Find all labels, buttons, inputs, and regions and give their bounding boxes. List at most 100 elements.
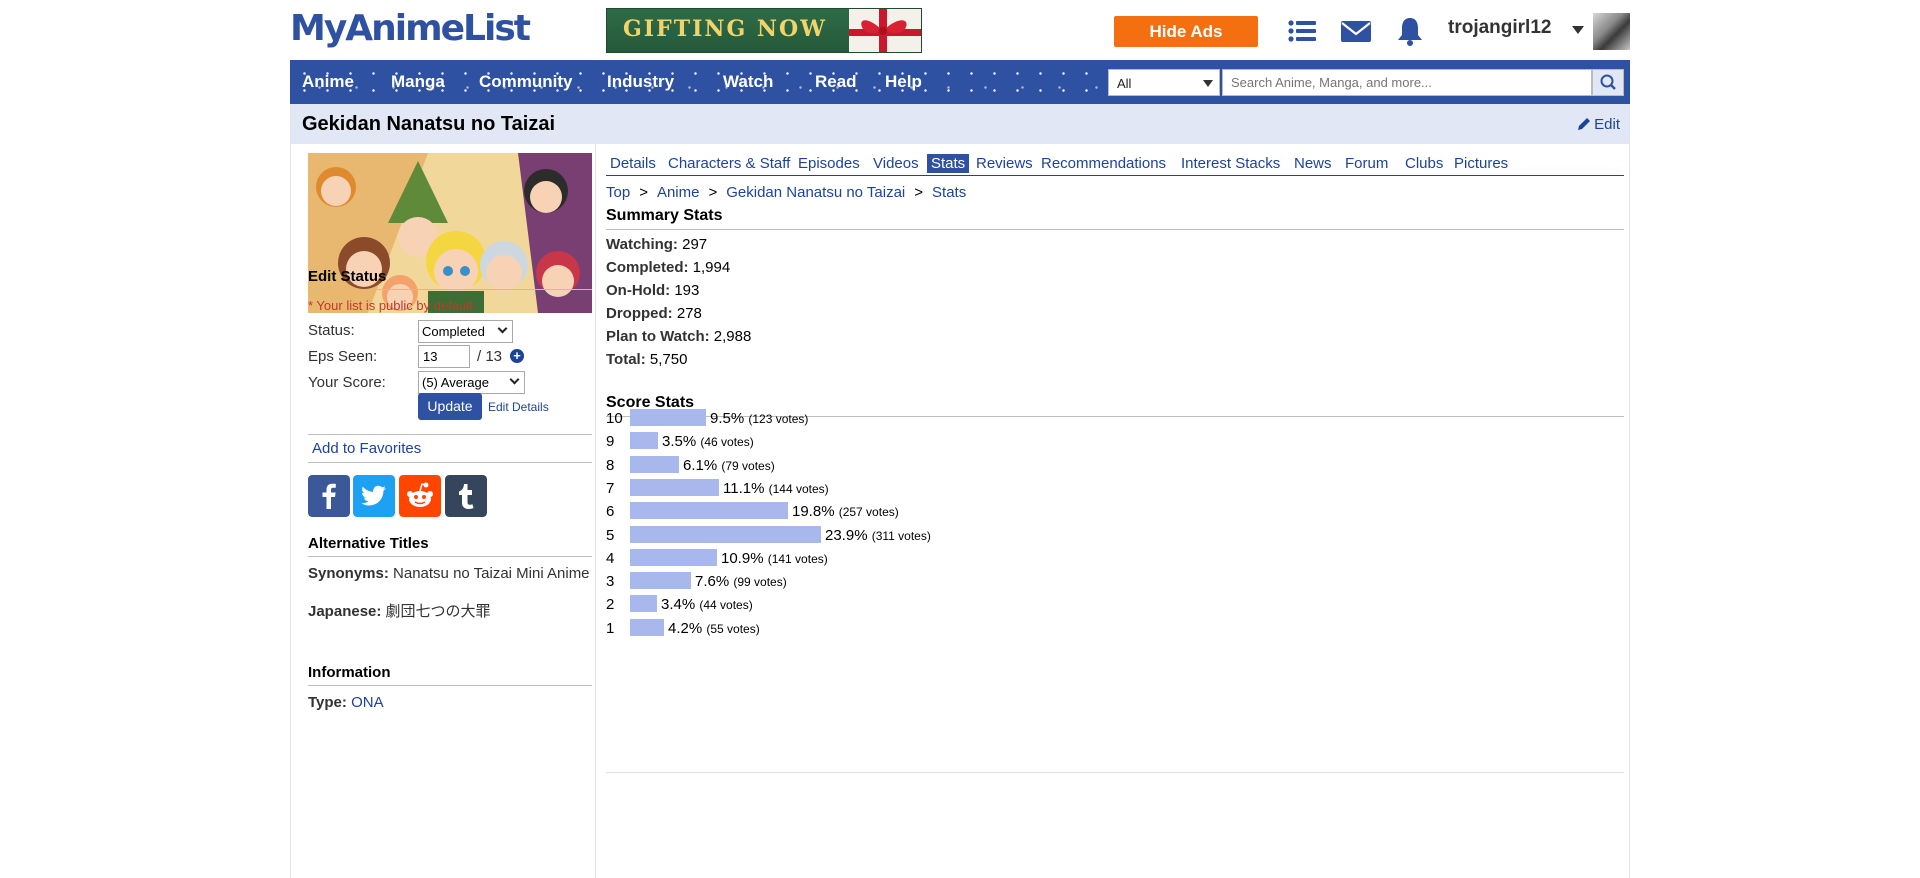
score-percent-label: 19.8% (257 votes) <box>792 503 899 521</box>
type-label: Type: <box>308 694 347 711</box>
alt-titles-heading: Alternative Titles <box>308 535 592 557</box>
increment-episode-button[interactable]: + <box>510 349 524 363</box>
score-bar <box>630 455 679 473</box>
tab-pictures[interactable]: Pictures <box>1450 154 1512 173</box>
score-votes-label: (46 votes) <box>700 435 754 450</box>
score-votes-label: (55 votes) <box>706 621 760 636</box>
search-input[interactable] <box>1222 69 1592 96</box>
main-nav: Anime Manga Community Industry Watch Rea… <box>290 60 1630 104</box>
gifting-banner[interactable]: GIFTING NOW <box>606 8 922 53</box>
score-row: 10 9.5% (123 votes) <box>606 407 1624 429</box>
score-votes-label: (123 votes) <box>748 412 809 426</box>
score-select[interactable]: (5) Average <box>418 371 525 394</box>
tab-recommendations[interactable]: Recommendations <box>1037 154 1170 173</box>
nav-watch[interactable]: Watch <box>723 72 773 92</box>
add-to-favorites-link[interactable]: Add to Favorites <box>308 434 592 463</box>
stat-value: 278 <box>676 305 702 322</box>
nav-read[interactable]: Read <box>815 72 857 92</box>
stat-total: Total: 5,750 <box>606 351 687 368</box>
edit-label: Edit <box>1594 116 1620 133</box>
score-row: 6 19.8% (257 votes) <box>606 500 1624 522</box>
status-select[interactable]: Completed <box>418 320 513 343</box>
score-votes-label: (144 votes) <box>768 481 829 496</box>
stat-value: 1,994 <box>692 259 731 276</box>
eps-seen-input[interactable] <box>418 345 470 368</box>
tab-details[interactable]: Details <box>606 154 660 173</box>
mail-icon[interactable] <box>1340 15 1372 47</box>
page-title: Gekidan Nanatsu no Taizai <box>302 113 556 135</box>
score-percent-label: 23.9% (311 votes) <box>825 526 931 544</box>
score-value: (5) Average <box>422 375 489 390</box>
tab-forum[interactable]: Forum <box>1341 154 1392 173</box>
status-label: Status: <box>308 322 355 339</box>
update-button[interactable]: Update <box>418 393 482 420</box>
tab-news[interactable]: News <box>1290 154 1336 173</box>
score-value-label: 1 <box>606 619 615 637</box>
score-label: Your Score: <box>308 374 386 391</box>
stat-value: 297 <box>682 236 708 253</box>
tab-characters-staff[interactable]: Characters & Staff <box>664 154 794 173</box>
facebook-icon[interactable] <box>308 475 350 517</box>
stat-plan-to-watch: Plan to Watch: 2,988 <box>606 328 751 345</box>
score-value-label: 4 <box>606 549 615 567</box>
score-percent-label: 4.2% (55 votes) <box>668 619 760 637</box>
bell-icon[interactable] <box>1394 15 1426 47</box>
avatar[interactable] <box>1593 13 1630 50</box>
twitter-icon[interactable] <box>353 475 395 517</box>
edit-link[interactable]: Edit <box>1577 116 1620 133</box>
stat-label: Watching: <box>606 236 678 253</box>
edit-details-link[interactable]: Edit Details <box>488 400 549 414</box>
breadcrumb-title[interactable]: Gekidan Nanatsu no Taizai <box>726 184 905 201</box>
edit-status-heading: Edit Status <box>308 268 592 290</box>
score-percent-label: 3.4% (44 votes) <box>661 596 753 614</box>
score-value-label: 2 <box>606 596 615 614</box>
score-bar <box>630 525 821 543</box>
score-votes-label: (311 votes) <box>871 528 931 543</box>
score-bar <box>630 409 706 426</box>
search-category-select[interactable]: All <box>1108 69 1220 96</box>
tab-reviews[interactable]: Reviews <box>972 154 1037 173</box>
stat-label: Dropped: <box>606 305 673 322</box>
tab-clubs[interactable]: Clubs <box>1401 154 1447 173</box>
score-bar <box>630 478 719 496</box>
tab-videos[interactable]: Videos <box>869 154 923 173</box>
site-logo[interactable]: MyAnimeList <box>290 9 531 49</box>
tab-interest-stacks[interactable]: Interest Stacks <box>1177 154 1284 173</box>
type-value-link[interactable]: ONA <box>351 694 384 711</box>
stat-on-hold: On-Hold: 193 <box>606 282 699 299</box>
main-content: Details Characters & Staff Episodes Vide… <box>596 144 1630 878</box>
score-bar <box>630 432 658 450</box>
chevron-down-icon[interactable] <box>1572 26 1584 34</box>
score-row: 3 7.6% (99 votes) <box>606 570 1624 592</box>
stat-dropped: Dropped: 278 <box>606 305 702 322</box>
nav-community[interactable]: Community <box>479 72 573 92</box>
score-votes-label: (99 votes) <box>733 575 787 590</box>
breadcrumb-anime[interactable]: Anime <box>657 184 700 201</box>
tab-stats[interactable]: Stats <box>927 154 970 173</box>
type-row: Type: ONA <box>308 693 592 713</box>
list-icon[interactable] <box>1286 15 1318 47</box>
search-button[interactable] <box>1592 69 1624 96</box>
reddit-icon[interactable] <box>399 475 441 517</box>
nav-manga[interactable]: Manga <box>391 72 445 92</box>
nav-anime[interactable]: Anime <box>302 72 354 92</box>
score-value-label: 6 <box>606 503 615 521</box>
stat-label: On-Hold: <box>606 282 671 299</box>
left-sidebar: Edit Status * Your list is public by def… <box>290 144 596 878</box>
banner-text: GIFTING NOW <box>623 16 827 42</box>
hide-ads-button[interactable]: Hide Ads <box>1114 16 1258 47</box>
site-header: MyAnimeList GIFTING NOW Hide Ads trojang… <box>290 0 1630 60</box>
breadcrumb-stats[interactable]: Stats <box>932 184 966 201</box>
breadcrumb-top[interactable]: Top <box>606 184 630 201</box>
japanese-value: 劇団七つの大罪 <box>385 603 491 620</box>
tab-episodes[interactable]: Episodes <box>794 154 864 173</box>
nav-help[interactable]: Help <box>885 72 922 92</box>
tumblr-icon[interactable] <box>445 475 487 517</box>
score-bar <box>630 502 788 520</box>
breadcrumb: Top > Anime > Gekidan Nanatsu no Taizai > Stat… <box>606 184 966 201</box>
nav-industry[interactable]: Industry <box>607 72 674 92</box>
summary-stats-heading: Summary Stats <box>606 207 1624 230</box>
username[interactable]: trojangirl12 <box>1448 17 1551 39</box>
synonyms-row: Synonyms: Nanatsu no Taizai Mini Anime <box>308 564 592 584</box>
synonyms-label: Synonyms: <box>308 565 389 582</box>
